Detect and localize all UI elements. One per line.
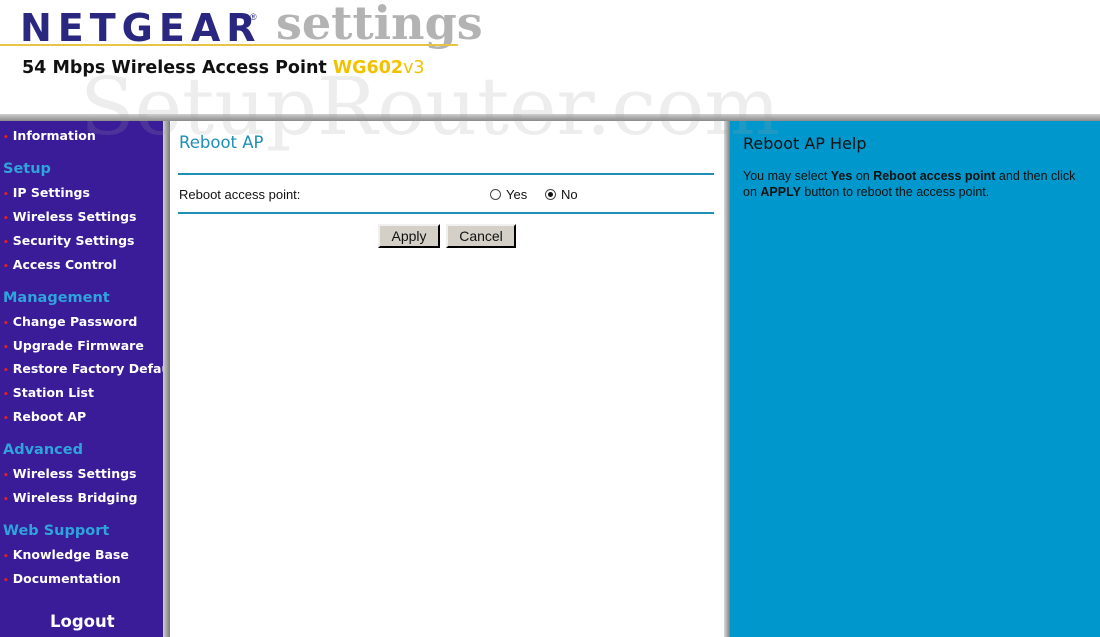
bullet-icon: • bbox=[3, 262, 9, 272]
sidebar-item-label: IP Settings bbox=[12, 185, 90, 200]
sidebar-heading-advanced: Advanced bbox=[3, 442, 83, 458]
sidebar-item-information[interactable]: • Information bbox=[3, 128, 96, 143]
bullet-icon: • bbox=[3, 319, 9, 329]
form-divider bbox=[178, 212, 714, 214]
sidebar-nav: • Information Setup • IP Settings • Wireles… bbox=[0, 121, 181, 637]
logo-underline bbox=[0, 44, 458, 46]
help-text-part: You may select bbox=[743, 169, 831, 183]
sidebar-heading-web-support: Web Support bbox=[3, 523, 110, 539]
help-title: Reboot AP Help bbox=[743, 134, 867, 153]
bullet-icon: • bbox=[3, 471, 9, 481]
bullet-icon: • bbox=[3, 414, 9, 424]
model-version: v3 bbox=[403, 58, 425, 78]
apply-button[interactable]: Apply bbox=[378, 224, 440, 248]
no-radio-label: No bbox=[561, 187, 578, 202]
sidebar-item-label: Station List bbox=[12, 385, 94, 400]
page-header: NETGEAR ® settings 54 Mbps Wireless Acce… bbox=[0, 0, 1100, 121]
product-description: 54 Mbps Wireless Access Point bbox=[22, 58, 333, 78]
sidebar-divider bbox=[163, 121, 170, 637]
help-text-apply: APPLY bbox=[760, 185, 801, 199]
bullet-icon: • bbox=[3, 366, 9, 376]
sidebar-item-label: Access Control bbox=[12, 257, 117, 272]
registered-mark: ® bbox=[250, 12, 257, 22]
main-content: Reboot AP Reboot access point: Yes No Ap… bbox=[170, 121, 727, 637]
bullet-icon: • bbox=[3, 390, 9, 400]
help-text-reboot: Reboot access point bbox=[873, 169, 996, 183]
help-text-yes: Yes bbox=[830, 169, 853, 183]
reboot-field-label: Reboot access point: bbox=[179, 187, 301, 202]
radio-option-yes[interactable]: Yes bbox=[490, 187, 527, 202]
sidebar-heading-setup: Setup bbox=[3, 161, 51, 177]
sidebar-item-label: Information bbox=[12, 128, 96, 143]
sidebar-item-label: Change Password bbox=[12, 314, 138, 329]
sidebar-item-label: Wireless Settings bbox=[12, 466, 137, 481]
model-number: WG602 bbox=[332, 58, 404, 78]
help-text-part: on bbox=[852, 169, 874, 183]
sidebar-item-access-control[interactable]: • Access Control bbox=[3, 257, 117, 272]
yes-radio[interactable] bbox=[490, 189, 501, 200]
no-radio[interactable] bbox=[545, 189, 556, 200]
bullet-icon: • bbox=[3, 214, 9, 224]
logout-link[interactable]: Logout bbox=[50, 612, 115, 631]
help-panel: Reboot AP Help You may select Yes on Reb… bbox=[730, 121, 1100, 637]
sidebar-item-label: Knowledge Base bbox=[12, 547, 129, 562]
sidebar-item-station-list[interactable]: • Station List bbox=[3, 385, 94, 400]
bullet-icon: • bbox=[3, 133, 9, 143]
sidebar-item-label: Wireless Settings bbox=[12, 209, 137, 224]
title-divider bbox=[178, 173, 714, 175]
bullet-icon: • bbox=[3, 343, 9, 353]
sidebar-item-knowledge-base[interactable]: • Knowledge Base bbox=[3, 547, 129, 562]
sidebar-item-upgrade-firmware[interactable]: • Upgrade Firmware bbox=[3, 338, 144, 353]
help-text: You may select Yes on Reboot access poin… bbox=[743, 168, 1083, 200]
bullet-icon: • bbox=[3, 576, 9, 586]
page-title: Reboot AP bbox=[179, 133, 264, 152]
sidebar-item-wireless-settings[interactable]: • Wireless Settings bbox=[3, 209, 136, 224]
sidebar-item-wireless-bridging[interactable]: • Wireless Bridging bbox=[3, 490, 137, 505]
help-text-part: button to reboot the access point. bbox=[800, 185, 990, 199]
sidebar-item-label: Wireless Bridging bbox=[12, 490, 138, 505]
sidebar-item-advanced-wireless-settings[interactable]: • Wireless Settings bbox=[3, 466, 136, 481]
sidebar-item-label: Reboot AP bbox=[12, 409, 87, 424]
sidebar-item-documentation[interactable]: • Documentation bbox=[3, 571, 121, 586]
yes-radio-label: Yes bbox=[506, 187, 528, 202]
bullet-icon: • bbox=[3, 552, 9, 562]
sidebar-item-change-password[interactable]: • Change Password bbox=[3, 314, 137, 329]
sidebar-item-label: Documentation bbox=[12, 571, 121, 586]
sidebar-item-label: Upgrade Firmware bbox=[12, 338, 144, 353]
bullet-icon: • bbox=[3, 238, 9, 248]
sidebar-item-label: Restore Factory Default bbox=[12, 361, 181, 376]
cancel-button[interactable]: Cancel bbox=[446, 224, 516, 248]
settings-logo-text: settings bbox=[276, 0, 483, 50]
bullet-icon: • bbox=[3, 190, 9, 200]
sidebar-item-ip-settings[interactable]: • IP Settings bbox=[3, 185, 90, 200]
sidebar-item-restore-factory-default[interactable]: • Restore Factory Default bbox=[3, 361, 181, 376]
header-divider bbox=[0, 114, 1100, 121]
radio-option-no[interactable]: No bbox=[545, 187, 578, 202]
sidebar-item-security-settings[interactable]: • Security Settings bbox=[3, 233, 134, 248]
sidebar-item-reboot-ap[interactable]: • Reboot AP bbox=[3, 409, 86, 424]
bullet-icon: • bbox=[3, 495, 9, 505]
sidebar-item-label: Security Settings bbox=[12, 233, 135, 248]
product-name: 54 Mbps Wireless Access Point WG602v3 bbox=[22, 58, 425, 78]
sidebar-heading-management: Management bbox=[3, 290, 110, 306]
